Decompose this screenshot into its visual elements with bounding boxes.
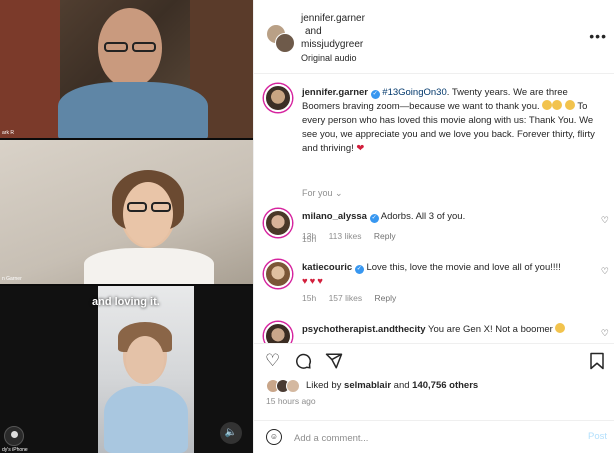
- heart-emoji-icon: ♥♥♥: [302, 276, 325, 287]
- video-caption: and loving it.: [92, 296, 160, 308]
- video-player[interactable]: ark R n Garner and loving it. dy's iPhon…: [0, 0, 253, 453]
- participant-avatar: [4, 426, 24, 446]
- username-link[interactable]: jennifer.garner: [302, 87, 368, 98]
- bookmark-icon[interactable]: [589, 352, 605, 373]
- add-comment-bar: ☺ Post: [254, 420, 614, 453]
- likes-summary[interactable]: Liked by selmablair and 140,756 others: [266, 377, 606, 395]
- volume-icon[interactable]: 🔈: [220, 422, 242, 444]
- collab-avatars[interactable]: [266, 24, 296, 54]
- likes-prefix: Liked by: [306, 380, 342, 391]
- audio-link[interactable]: Original audio: [301, 53, 357, 63]
- share-icon[interactable]: [325, 352, 343, 373]
- comment-text: milano_alyssa ✓ Adorbs. All 3 of you.: [302, 210, 592, 224]
- reply-button[interactable]: Reply: [374, 231, 396, 241]
- post-button[interactable]: Post: [588, 431, 607, 442]
- heart-icon[interactable]: ♡: [601, 215, 609, 226]
- comment-likes[interactable]: 157 likes: [329, 293, 363, 303]
- hashtag-link[interactable]: #13GoingOn30: [382, 87, 446, 98]
- emoji-icon: [564, 100, 575, 110]
- post-panel: jennifer.garner and missjudygreer Origin…: [253, 0, 614, 453]
- participant-name: ark R: [2, 130, 14, 136]
- username-link[interactable]: missjudygreer: [301, 38, 365, 51]
- comment-likes[interactable]: 113 likes: [329, 231, 362, 241]
- comment-meta: 13h 113 likes Reply: [302, 231, 406, 241]
- comment-icon[interactable]: [294, 352, 312, 373]
- for-you-label: For you: [302, 188, 333, 198]
- liker-avatars: [266, 379, 304, 393]
- video-tile-3: [0, 286, 253, 453]
- participant-video: [98, 286, 194, 453]
- more-horizontal-icon[interactable]: •••: [589, 28, 607, 44]
- avatar[interactable]: [264, 209, 292, 237]
- avatar[interactable]: [264, 84, 292, 112]
- avatar[interactable]: [264, 322, 292, 343]
- video-tile-1: ark R: [0, 0, 253, 138]
- avatar[interactable]: [275, 33, 295, 53]
- connector-text: and: [305, 26, 322, 37]
- likes-count[interactable]: 140,756 others: [412, 380, 478, 391]
- comment-text: katiecouric ✓ Love this, love the movie …: [302, 261, 592, 289]
- avatar: [286, 379, 300, 393]
- username-link[interactable]: milano_alyssa: [302, 211, 367, 222]
- heart-emoji-icon: ❤: [356, 143, 365, 154]
- heart-icon[interactable]: ♡: [601, 266, 609, 277]
- like-heart-icon[interactable]: ♡: [265, 352, 280, 369]
- caption-text: jennifer.garner ✓ #13GoingOn30. Twenty y…: [302, 86, 608, 156]
- post-header: jennifer.garner and missjudygreer Origin…: [254, 0, 614, 74]
- for-you-filter[interactable]: For you ⌄: [302, 188, 343, 199]
- verified-badge-icon: ✓: [370, 90, 380, 99]
- comment-item: katiecouric ✓ Love this, love the movie …: [254, 256, 614, 314]
- comment-text: psychotherapist.andthecity You are Gen X…: [302, 323, 592, 337]
- heart-icon[interactable]: ♡: [601, 328, 609, 339]
- participant-name: dy's iPhone: [2, 447, 28, 453]
- comment-item: psychotherapist.andthecity You are Gen X…: [254, 318, 614, 343]
- comment-input[interactable]: [294, 429, 574, 447]
- post-time: 15 hours ago: [266, 396, 316, 406]
- reply-button[interactable]: Reply: [375, 293, 397, 303]
- username-link[interactable]: selmablair: [344, 380, 391, 391]
- emoji-icon: [555, 323, 566, 333]
- likes-and: and: [393, 380, 410, 391]
- comment-time: 13h: [302, 231, 317, 241]
- comment-time: 15h: [302, 293, 317, 303]
- username-link[interactable]: katiecouric: [302, 262, 352, 273]
- emoji-icon: [542, 100, 553, 110]
- participant-name: n Garner: [2, 276, 22, 282]
- comment-item: milano_alyssa ✓ Adorbs. All 3 of you. 13…: [254, 205, 614, 253]
- avatar[interactable]: [264, 260, 292, 288]
- emoji-picker-icon[interactable]: ☺: [266, 429, 282, 445]
- verified-badge-icon: ✓: [369, 214, 379, 223]
- likes-text: Liked by selmablair and 140,756 others: [306, 380, 478, 391]
- video-tile-2: n Garner: [0, 140, 253, 284]
- comment-body: Adorbs. All 3 of you.: [380, 211, 466, 222]
- action-bar: ♡: [254, 343, 614, 373]
- collab-names: jennifer.garner and missjudygreer: [301, 12, 365, 51]
- username-link[interactable]: jennifer.garner: [301, 12, 365, 25]
- comment-meta: 15h 157 likes Reply: [302, 293, 406, 303]
- comment-body: You are Gen X! Not a boomer: [428, 324, 553, 335]
- emoji-icon: [552, 100, 563, 110]
- chevron-down-icon: ⌄: [335, 188, 343, 198]
- username-link[interactable]: psychotherapist.andthecity: [302, 324, 426, 335]
- verified-badge-icon: ✓: [354, 265, 364, 274]
- comment-body: Love this, love the movie and love all o…: [366, 262, 561, 273]
